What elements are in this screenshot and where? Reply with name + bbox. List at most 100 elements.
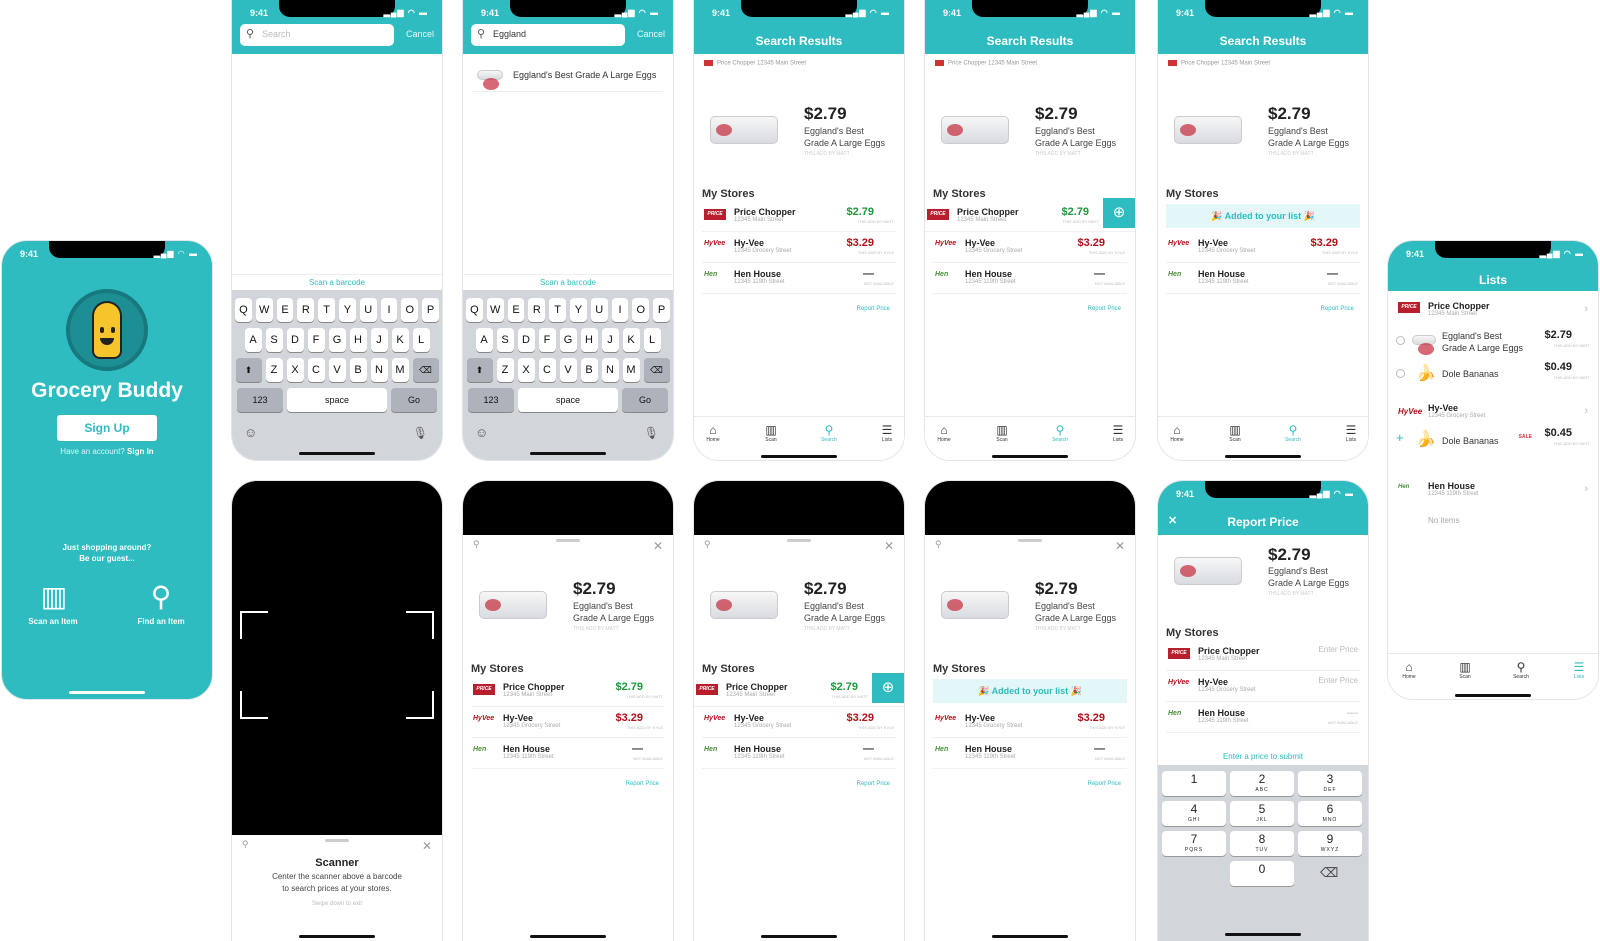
store-row[interactable]: PRICE Price Chopper 12345 Main Street $2.79… bbox=[702, 202, 896, 232]
store-row[interactable]: Hen Hen House 12345 119th Street — NOT AVAIL… bbox=[471, 739, 665, 769]
tab-home[interactable]: ⌂ Home bbox=[1162, 424, 1192, 444]
tab-lists[interactable]: ☰ Lists bbox=[1564, 661, 1594, 681]
tab-home[interactable]: ⌂ Home bbox=[929, 424, 959, 444]
search-icon[interactable]: ⚲ bbox=[935, 539, 942, 550]
store-row[interactable]: Hen Hen House 12345 119th Street — NOT AVAIL… bbox=[702, 739, 896, 769]
tab-lists[interactable]: ☰ Lists bbox=[1103, 424, 1133, 444]
keypad-9[interactable]: 9 WXYZ bbox=[1298, 831, 1362, 856]
key-r[interactable]: R bbox=[297, 298, 315, 322]
store-row[interactable]: HyVee Hy-Vee 12345 Grocery Street $3.29 THIS… bbox=[933, 233, 1127, 263]
scan-item-button[interactable]: ▥ Scan an Item bbox=[18, 577, 88, 626]
tab-search[interactable]: ⚲ Search bbox=[1506, 661, 1536, 681]
close-icon[interactable]: ✕ bbox=[653, 539, 663, 553]
scan-barcode-link[interactable]: Scan a barcode bbox=[463, 274, 673, 290]
enter-price-field[interactable]: Enter Price bbox=[1318, 645, 1358, 654]
key-x[interactable]: X bbox=[517, 358, 535, 382]
tab-lists[interactable]: ☰ Lists bbox=[872, 424, 902, 444]
key-g[interactable]: G bbox=[328, 328, 346, 352]
key-d[interactable]: D bbox=[286, 328, 304, 352]
key-f[interactable]: F bbox=[538, 328, 556, 352]
store-row[interactable]: PRICE Price Chopper 12345 Main Street $2.79… bbox=[471, 677, 665, 707]
store-row[interactable]: Hen Hen House 12345 119th Street — NOT AVAIL… bbox=[933, 739, 1127, 769]
key-o[interactable]: O bbox=[632, 298, 650, 322]
key-n[interactable]: N bbox=[601, 358, 619, 382]
keypad-8[interactable]: 8 TUV bbox=[1230, 831, 1294, 856]
key-c[interactable]: C bbox=[538, 358, 556, 382]
tab-lists[interactable]: ☰ Lists bbox=[1336, 424, 1366, 444]
key-t[interactable]: T bbox=[549, 298, 566, 322]
key-i[interactable]: I bbox=[611, 298, 629, 322]
key-q[interactable]: Q bbox=[235, 298, 252, 322]
find-item-button[interactable]: ⚲ Find an Item bbox=[126, 577, 196, 626]
list-item-eggs[interactable]: Eggland's Best Grade A Large Eggs $2.79 … bbox=[1388, 325, 1598, 361]
microphone-icon[interactable]: 🎙 bbox=[413, 426, 428, 440]
key-a[interactable]: A bbox=[244, 328, 262, 352]
numbers-key[interactable]: 123 bbox=[237, 388, 283, 412]
go-key[interactable]: Go bbox=[622, 388, 668, 412]
store-row[interactable]: PRICE Price Chopper 12345 Main Street $2.79… bbox=[925, 198, 1135, 232]
key-f[interactable]: F bbox=[307, 328, 325, 352]
backspace-key[interactable]: ⌫ bbox=[412, 358, 439, 382]
close-icon[interactable]: ✕ bbox=[422, 839, 432, 853]
add-icon[interactable]: + bbox=[1396, 430, 1404, 445]
report-price-link[interactable]: Report Price bbox=[857, 306, 890, 312]
key-j[interactable]: J bbox=[370, 328, 388, 352]
key-o[interactable]: O bbox=[401, 298, 419, 322]
list-item-bananas-hyvee[interactable]: + 🍌 Dole Bananas SALE $0.45 THIS ADD BY … bbox=[1388, 427, 1598, 457]
store-row[interactable]: Hen Hen House 12345 119th Street — NOT AVAIL… bbox=[702, 264, 896, 294]
checkbox-circle[interactable] bbox=[1396, 336, 1405, 345]
keypad-7[interactable]: 7 PQRS bbox=[1162, 831, 1226, 856]
tab-scan[interactable]: ▥ Scan bbox=[1220, 424, 1250, 444]
store-row[interactable]: Hen Hen House 12345 119th Street — NOT AVAIL… bbox=[933, 264, 1127, 294]
key-l[interactable]: L bbox=[412, 328, 430, 352]
report-price-link[interactable]: Report Price bbox=[626, 781, 659, 787]
shift-key[interactable]: ⬆ bbox=[466, 358, 493, 382]
list-store-hen-house[interactable]: Hen Hen House 12345 119th Street › bbox=[1388, 479, 1598, 505]
store-row[interactable]: PRICE Price Chopper 12345 Main Street Enter… bbox=[1166, 641, 1360, 671]
key-e[interactable]: E bbox=[276, 298, 294, 322]
scan-barcode-link[interactable]: Scan a barcode bbox=[232, 274, 442, 290]
tab-search[interactable]: ⚲ Search bbox=[1278, 424, 1308, 444]
close-icon[interactable]: ✕ bbox=[884, 539, 894, 553]
emoji-icon[interactable]: ☺ bbox=[244, 425, 257, 440]
sign-in-link[interactable]: Sign In bbox=[127, 447, 154, 456]
store-row[interactable]: PRICE Price Chopper 12345 Main Street $2.79… bbox=[694, 673, 904, 707]
sheet-grip[interactable] bbox=[1018, 539, 1042, 542]
key-v[interactable]: V bbox=[559, 358, 577, 382]
store-row[interactable]: HyVee Hy-Vee 12345 Grocery Street $3.29 THIS… bbox=[933, 708, 1127, 738]
store-row[interactable]: HyVee Hy-Vee 12345 Grocery Street $3.29 THIS… bbox=[1166, 233, 1360, 263]
go-key[interactable]: Go bbox=[391, 388, 437, 412]
keypad-5[interactable]: 5 JKL bbox=[1230, 801, 1294, 826]
add-to-list-button[interactable]: ⊕ bbox=[872, 673, 904, 703]
numbers-key[interactable]: 123 bbox=[468, 388, 514, 412]
key-x[interactable]: X bbox=[286, 358, 304, 382]
key-y[interactable]: Y bbox=[339, 298, 356, 322]
add-to-list-button[interactable]: ⊕ bbox=[1103, 198, 1135, 228]
report-price-link[interactable]: Report Price bbox=[1321, 306, 1354, 312]
suggestion-row[interactable]: Eggland's Best Grade A Large Eggs bbox=[473, 62, 663, 92]
store-row[interactable]: HyVee Hy-Vee 12345 Grocery Street $3.29 THIS… bbox=[702, 233, 896, 263]
search-icon[interactable]: ⚲ bbox=[242, 839, 249, 850]
key-w[interactable]: W bbox=[255, 298, 273, 322]
space-key[interactable]: space bbox=[287, 388, 387, 412]
close-icon[interactable]: ✕ bbox=[1115, 539, 1125, 553]
key-z[interactable]: Z bbox=[496, 358, 514, 382]
list-item-bananas[interactable]: 🍌 Dole Bananas $0.49 THIS ADD BY MATT bbox=[1388, 361, 1598, 391]
key-p[interactable]: P bbox=[422, 298, 439, 322]
key-l[interactable]: L bbox=[643, 328, 661, 352]
microphone-icon[interactable]: 🎙 bbox=[644, 426, 659, 440]
key-e[interactable]: E bbox=[507, 298, 525, 322]
tab-search[interactable]: ⚲ Search bbox=[1045, 424, 1075, 444]
tab-home[interactable]: ⌂ Home bbox=[1394, 661, 1424, 681]
key-b[interactable]: B bbox=[580, 358, 598, 382]
backspace-key[interactable]: ⌫ bbox=[643, 358, 670, 382]
key-p[interactable]: P bbox=[653, 298, 670, 322]
key-t[interactable]: T bbox=[318, 298, 335, 322]
keypad-6[interactable]: 6 MNO bbox=[1298, 801, 1362, 826]
key-d[interactable]: D bbox=[517, 328, 535, 352]
key-m[interactable]: M bbox=[622, 358, 640, 382]
store-row[interactable]: Hen Hen House 12345 119th Street — NOT AVAIL… bbox=[1166, 264, 1360, 294]
emoji-icon[interactable]: ☺ bbox=[475, 425, 488, 440]
search-input[interactable]: ⚲ Eggland bbox=[471, 24, 625, 46]
key-j[interactable]: J bbox=[601, 328, 619, 352]
